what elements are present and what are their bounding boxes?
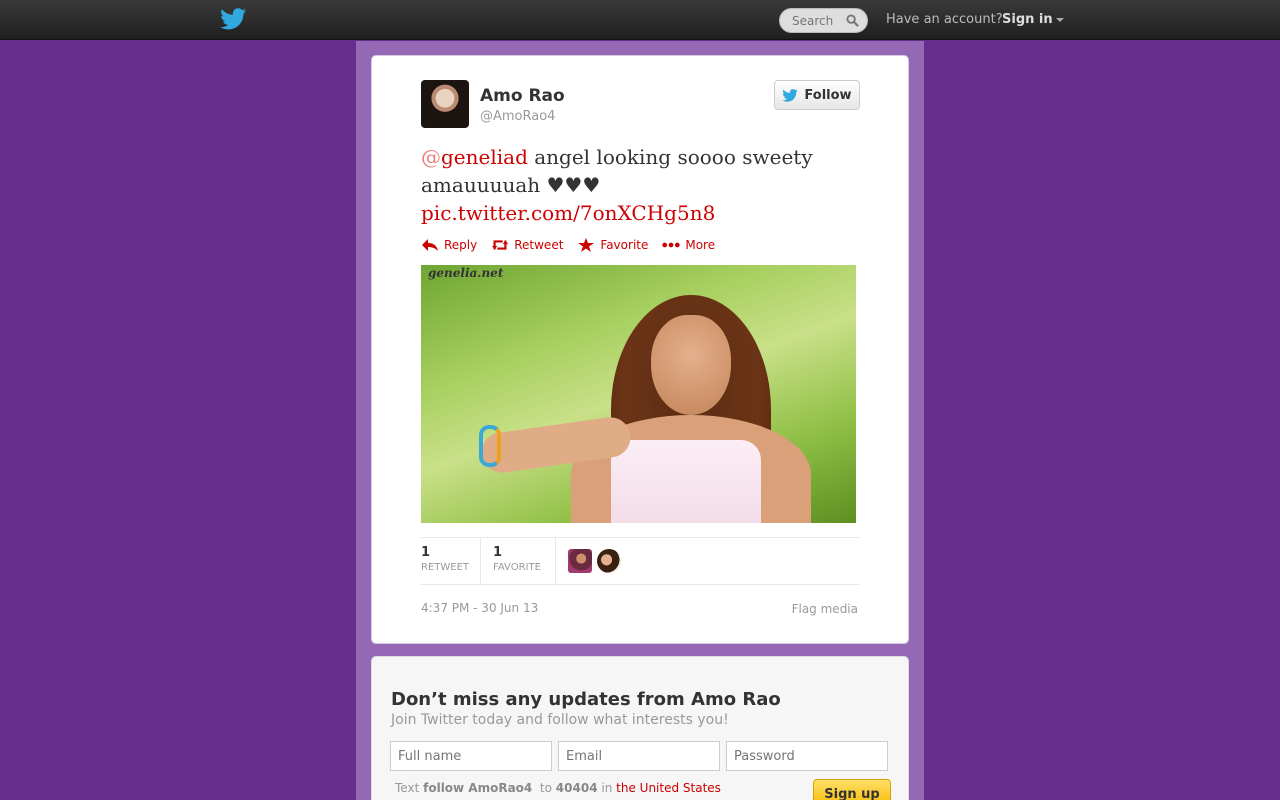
password-field[interactable] bbox=[726, 741, 888, 771]
retweet-icon bbox=[492, 240, 509, 250]
favorite-count[interactable]: 1 FAVORITE bbox=[481, 538, 556, 584]
reply-button[interactable]: Reply bbox=[421, 238, 477, 252]
search-input[interactable] bbox=[792, 9, 852, 32]
retweet-button[interactable]: Retweet bbox=[491, 238, 563, 252]
search-box[interactable] bbox=[779, 8, 868, 33]
twitter-bird-icon[interactable] bbox=[220, 8, 246, 30]
avatar[interactable] bbox=[421, 80, 469, 128]
mention-link[interactable]: @geneliad bbox=[421, 145, 528, 169]
follow-button[interactable]: Follow bbox=[774, 80, 860, 110]
avatar[interactable] bbox=[568, 549, 592, 573]
photo-watermark: genelia.net bbox=[428, 266, 504, 280]
reply-icon bbox=[422, 239, 438, 251]
tweet-photo[interactable]: genelia.net bbox=[421, 265, 856, 523]
star-icon bbox=[578, 238, 595, 252]
more-dots-icon bbox=[662, 242, 680, 248]
search-icon[interactable] bbox=[846, 14, 859, 27]
more-button[interactable]: More bbox=[662, 238, 715, 252]
user-handle[interactable]: @AmoRao4 bbox=[480, 109, 555, 124]
sign-up-button[interactable]: Sign up bbox=[813, 779, 891, 800]
favorite-button[interactable]: Favorite bbox=[577, 238, 648, 252]
email-field[interactable] bbox=[558, 741, 720, 771]
country-link[interactable]: the United States bbox=[616, 781, 721, 795]
signup-subtitle: Join Twitter today and follow what inter… bbox=[391, 712, 729, 728]
have-account-text: Have an account? bbox=[886, 12, 1003, 27]
tweet-actions: Reply Retweet Favorite More bbox=[421, 238, 715, 252]
signup-title: Don’t miss any updates from Amo Rao bbox=[391, 689, 781, 710]
sign-in-label: Sign in bbox=[1002, 12, 1053, 27]
user-fullname[interactable]: Amo Rao bbox=[480, 86, 565, 106]
follow-label: Follow bbox=[804, 87, 852, 103]
sms-instructions: Text follow AmoRao4 to 40404 in the Unit… bbox=[395, 781, 721, 795]
tweet-text: @geneliad angel looking soooo sweety ama… bbox=[421, 143, 861, 227]
tweet-stats: 1 RETWEET 1 FAVORITE bbox=[421, 537, 860, 585]
signup-card: Don’t miss any updates from Amo Rao Join… bbox=[371, 656, 909, 800]
favoriters-avatars bbox=[556, 538, 621, 584]
top-bar: Have an account? Sign in bbox=[0, 0, 1280, 40]
twitter-bird-icon bbox=[782, 88, 799, 102]
retweet-count[interactable]: 1 RETWEET bbox=[421, 538, 481, 584]
fullname-field[interactable] bbox=[390, 741, 552, 771]
chevron-down-icon bbox=[1055, 17, 1064, 22]
tweet-card: Amo Rao @AmoRao4 Follow @geneliad angel … bbox=[371, 55, 909, 644]
avatar[interactable] bbox=[597, 549, 621, 573]
flag-media-link[interactable]: Flag media bbox=[792, 602, 858, 616]
pic-link[interactable]: pic.twitter.com/7onXCHg5n8 bbox=[421, 201, 715, 225]
sign-in-dropdown[interactable]: Sign in bbox=[1002, 12, 1064, 27]
tweet-timestamp: 4:37 PM - 30 Jun 13 bbox=[421, 601, 539, 615]
